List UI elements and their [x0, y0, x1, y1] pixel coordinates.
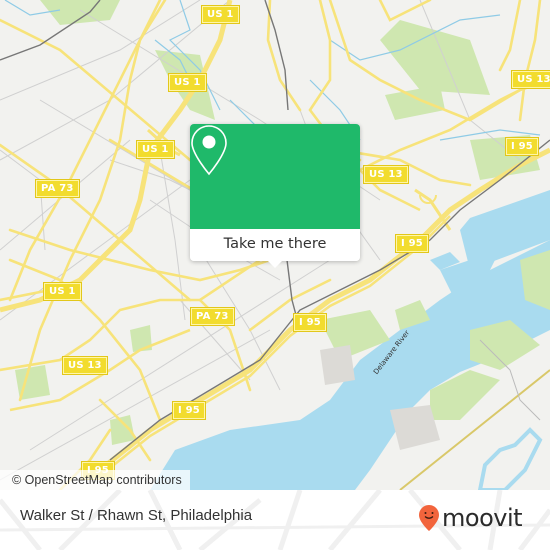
map-view[interactable]: US 1 US 1 US 1 US 1 PA 73 PA 73 US 13 US…: [0, 0, 550, 490]
moovit-logo: moovit: [418, 498, 523, 538]
route-shield-us-1: US 1: [169, 74, 206, 91]
popup-pointer: [267, 260, 283, 268]
route-shield-i-95: I 95: [173, 402, 205, 419]
stop-name: Walker St / Rhawn St, Philadelphia: [20, 507, 253, 524]
route-shield-us-1: US 1: [137, 141, 174, 158]
route-shield-i-95: I 95: [294, 314, 326, 331]
popup-header: [190, 124, 360, 229]
map-attribution[interactable]: © OpenStreetMap contributors: [0, 470, 190, 490]
route-shield-us-13: US 13: [63, 357, 107, 374]
route-shield-us-1: US 1: [44, 283, 81, 300]
map-pin-icon: [191, 125, 227, 176]
footer-bar: Walker St / Rhawn St, Philadelphia moovi…: [0, 490, 550, 550]
route-shield-i-95: I 95: [506, 138, 538, 155]
route-shield-us-13: US 13: [364, 166, 408, 183]
route-shield-pa-73: PA 73: [36, 180, 79, 197]
moovit-pin-icon: [419, 505, 439, 531]
route-shield-us-13: US 13: [512, 71, 550, 88]
take-me-there-button[interactable]: Take me there: [190, 229, 360, 261]
brand-name: moovit: [442, 504, 523, 532]
route-shield-pa-73: PA 73: [191, 308, 234, 325]
route-shield-us-1: US 1: [202, 6, 239, 23]
route-shield-i-95: I 95: [396, 235, 428, 252]
location-popup: Take me there: [190, 124, 360, 268]
